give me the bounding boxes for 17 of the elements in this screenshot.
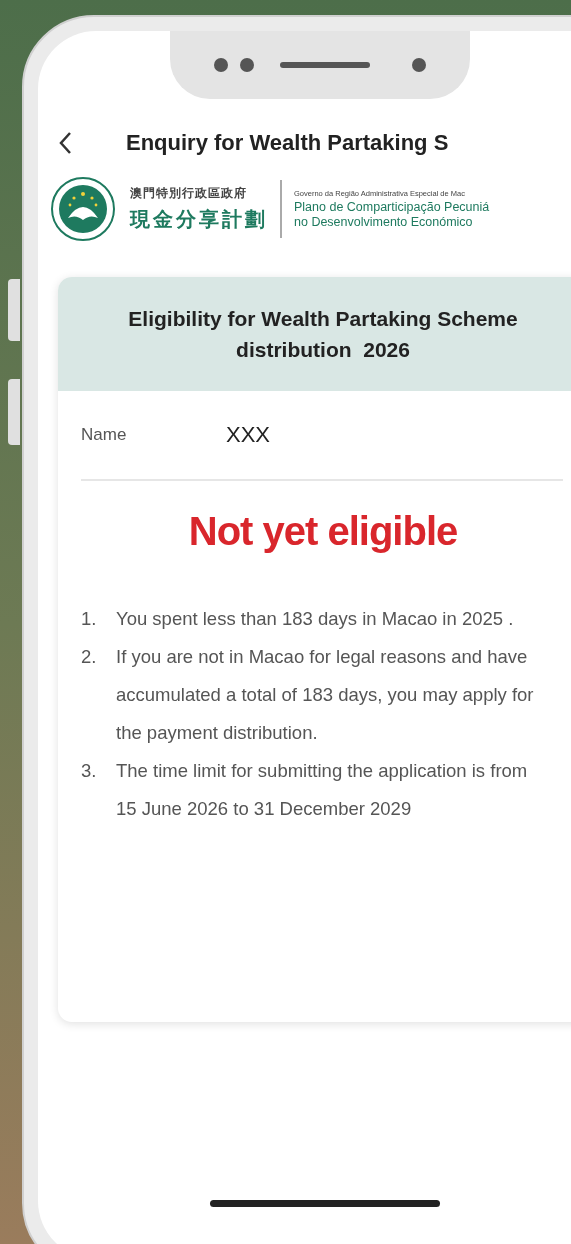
scheme-name: Plano de Comparticipação Pecuniá <box>294 199 490 215</box>
page-title: Enquiry for Wealth Partaking S <box>126 130 449 156</box>
name-value: XXX <box>226 422 271 448</box>
name-label: Name <box>81 425 128 445</box>
list-number: 1. <box>81 607 98 631</box>
list-number: 2. <box>81 645 98 669</box>
note-text: The time limit for submitting the application is from 15 June 2026 to 31 December 2029 <box>116 759 529 821</box>
note-text: If you are not in Macao for legal reasons and have accumulated a total of 183 days, you may apply for the payment distribution. <box>116 645 535 745</box>
emblem-icon <box>50 176 116 242</box>
government-name: 澳門特別行政區政府 <box>130 185 248 202</box>
note-text: You spent less than 183 days in Macao in 2025 . <box>116 607 514 631</box>
back-icon[interactable] <box>58 131 72 155</box>
eligibility-status: Not yet eligible <box>187 509 459 554</box>
list-number: 3. <box>81 759 98 783</box>
scheme-name: no Desenvolvimento Económico <box>294 214 474 230</box>
scheme-name: 現金分享計劃 <box>130 207 268 232</box>
card-title: Eligibility for Wealth Partaking Scheme distribution 2026 <box>127 306 519 363</box>
